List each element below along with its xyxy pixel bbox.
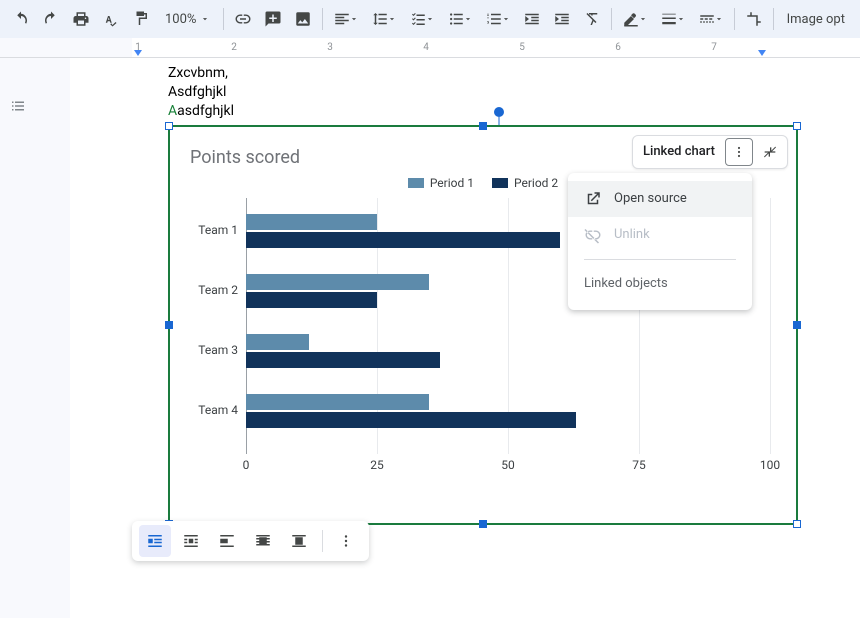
resize-handle[interactable] bbox=[479, 122, 487, 130]
wrap-inline-button[interactable] bbox=[139, 525, 171, 557]
resize-handle[interactable] bbox=[165, 122, 173, 130]
wrap-text-button[interactable] bbox=[175, 525, 207, 557]
add-comment-button[interactable] bbox=[259, 5, 287, 33]
numbered-list-dropdown[interactable] bbox=[480, 5, 516, 33]
linked-chart-menu: Open source Unlink Linked objects bbox=[568, 173, 752, 310]
image-position-more-button[interactable] bbox=[330, 525, 362, 557]
increase-indent-button[interactable] bbox=[548, 5, 576, 33]
bulleted-list-dropdown[interactable] bbox=[442, 5, 478, 33]
rotate-handle[interactable] bbox=[494, 107, 504, 117]
resize-handle[interactable] bbox=[793, 122, 801, 130]
wrap-break-button[interactable] bbox=[211, 525, 243, 557]
menu-linked-objects[interactable]: Linked objects bbox=[568, 266, 752, 302]
border-weight-dropdown[interactable] bbox=[655, 5, 691, 33]
zoom-dropdown[interactable]: 100% bbox=[157, 5, 218, 33]
wrap-front-button[interactable] bbox=[283, 525, 315, 557]
redo-button[interactable] bbox=[37, 5, 65, 33]
clear-formatting-button[interactable] bbox=[578, 5, 606, 33]
zoom-label: 100% bbox=[165, 12, 196, 27]
resize-handle[interactable] bbox=[793, 321, 801, 329]
border-color-dropdown[interactable] bbox=[617, 5, 653, 33]
legend-swatch-p1 bbox=[408, 178, 424, 188]
align-dropdown[interactable] bbox=[328, 5, 364, 33]
resize-handle[interactable] bbox=[165, 321, 173, 329]
resize-handle[interactable] bbox=[793, 520, 801, 528]
menu-open-source[interactable]: Open source bbox=[568, 181, 752, 217]
embedded-chart[interactable]: Linked chart bbox=[168, 125, 798, 525]
print-button[interactable] bbox=[67, 5, 95, 33]
undo-button[interactable] bbox=[7, 5, 35, 33]
resize-handle[interactable] bbox=[479, 520, 487, 528]
linked-chart-chip: Linked chart bbox=[632, 135, 788, 169]
checklist-dropdown[interactable] bbox=[404, 5, 440, 33]
line-spacing-dropdown[interactable] bbox=[366, 5, 402, 33]
image-options-button[interactable]: Image opt bbox=[779, 5, 853, 33]
linked-chart-menu-button[interactable] bbox=[725, 138, 753, 166]
decrease-indent-button[interactable] bbox=[518, 5, 546, 33]
main-toolbar: 100% Image opt bbox=[0, 0, 860, 38]
paint-format-button[interactable] bbox=[127, 5, 155, 33]
document-outline-button[interactable] bbox=[4, 92, 32, 120]
insert-link-button[interactable] bbox=[229, 5, 257, 33]
image-position-toolbar bbox=[132, 521, 369, 561]
menu-unlink: Unlink bbox=[568, 217, 752, 253]
wrap-behind-button[interactable] bbox=[247, 525, 279, 557]
collapse-chip-button[interactable] bbox=[756, 138, 784, 166]
legend-swatch-p2 bbox=[492, 178, 508, 188]
crop-image-button[interactable] bbox=[740, 5, 768, 33]
horizontal-ruler[interactable]: 1234567 bbox=[0, 38, 860, 58]
border-dash-dropdown[interactable] bbox=[693, 5, 729, 33]
spellcheck-button[interactable] bbox=[97, 5, 125, 33]
linked-chart-label: Linked chart bbox=[633, 144, 725, 159]
insert-image-button[interactable] bbox=[289, 5, 317, 33]
